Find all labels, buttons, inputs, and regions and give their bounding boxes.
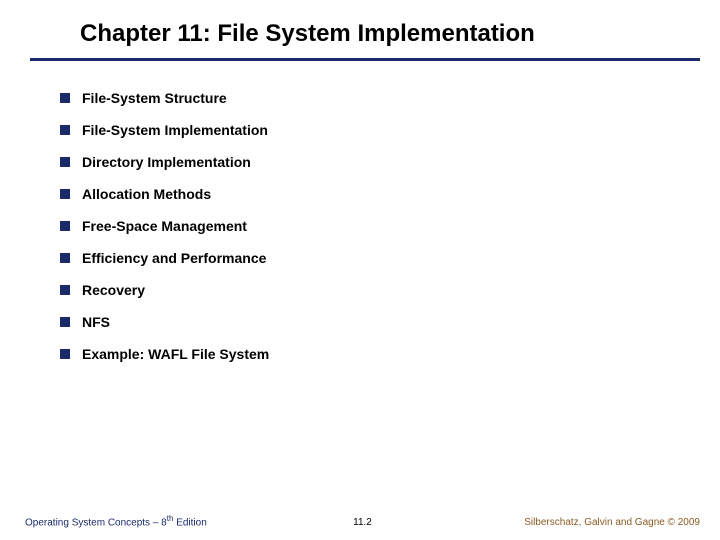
- slide-title: Chapter 11: File System Implementation: [80, 20, 690, 48]
- list-item-label: Recovery: [82, 282, 145, 298]
- list-item: NFS: [60, 314, 680, 330]
- list-item: File-System Implementation: [60, 122, 680, 138]
- footer-left: Operating System Concepts – 8th Edition: [25, 514, 207, 528]
- list-item: Recovery: [60, 282, 680, 298]
- list-item-label: Example: WAFL File System: [82, 346, 269, 362]
- slide: Chapter 11: File System Implementation F…: [0, 0, 720, 540]
- list-item-label: Efficiency and Performance: [82, 250, 266, 266]
- footer: Operating System Concepts – 8th Edition …: [25, 514, 700, 528]
- square-bullet-icon: [60, 317, 70, 327]
- footer-left-prefix: Operating System Concepts – 8: [25, 517, 167, 528]
- square-bullet-icon: [60, 189, 70, 199]
- list-item: Allocation Methods: [60, 186, 680, 202]
- footer-left-suffix: Edition: [173, 517, 206, 528]
- list-item-label: Directory Implementation: [82, 154, 251, 170]
- list-item-label: File-System Implementation: [82, 122, 268, 138]
- square-bullet-icon: [60, 125, 70, 135]
- footer-center: 11.2: [353, 517, 372, 528]
- list-item: Free-Space Management: [60, 218, 680, 234]
- list-item: File-System Structure: [60, 90, 680, 106]
- list-item-label: Allocation Methods: [82, 186, 211, 202]
- square-bullet-icon: [60, 349, 70, 359]
- square-bullet-icon: [60, 157, 70, 167]
- square-bullet-icon: [60, 93, 70, 103]
- footer-right: Silberschatz, Galvin and Gagne © 2009: [524, 517, 700, 528]
- list-item-label: NFS: [82, 314, 110, 330]
- list-item: Example: WAFL File System: [60, 346, 680, 362]
- content-list: File-System Structure File-System Implem…: [60, 90, 680, 378]
- title-underline: [30, 58, 700, 61]
- list-item-label: Free-Space Management: [82, 218, 247, 234]
- list-item: Directory Implementation: [60, 154, 680, 170]
- list-item: Efficiency and Performance: [60, 250, 680, 266]
- square-bullet-icon: [60, 253, 70, 263]
- left-stripe: [0, 80, 18, 440]
- square-bullet-icon: [60, 285, 70, 295]
- square-bullet-icon: [60, 221, 70, 231]
- list-item-label: File-System Structure: [82, 90, 227, 106]
